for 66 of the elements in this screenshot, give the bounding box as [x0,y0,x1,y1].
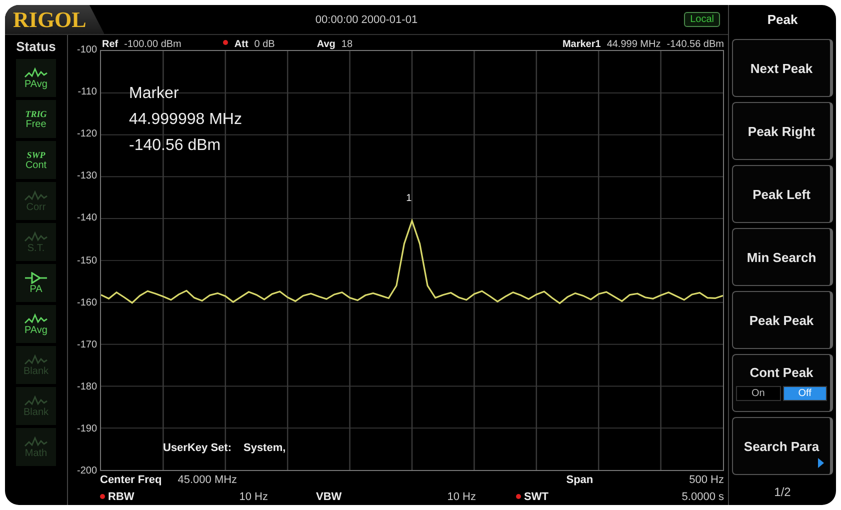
wave-icon [24,230,48,242]
marker-readout-line: -140.56 dBm [129,137,222,155]
rbw-label: RBW [108,490,134,502]
softkey-button[interactable]: Next Peak [732,39,833,97]
marker-readout-line: 44.999998 MHz [129,111,242,129]
marker-level: -140.56 dBm [666,39,724,50]
softkey-button[interactable]: Peak Left [732,165,833,223]
vbw-label: VBW [316,490,342,502]
status-title: Status [16,39,56,54]
userkey-value: System, [243,442,286,454]
peak-marker-label: 1 [406,192,412,204]
mode-badge: Local [684,12,720,27]
softkey-button[interactable]: Peak Peak [732,291,833,349]
marker-label: Marker1 [562,39,601,50]
y-tick-label: -180 [76,381,97,392]
logo: RIGOL [13,6,86,32]
avg-label: Avg [316,39,336,50]
amplifier-icon [24,272,48,284]
avg-value: 18 [341,39,353,50]
y-tick-label: -110 [78,86,97,98]
y-tick-label: -200 [76,466,97,476]
y-tick-label: -140 [76,212,97,224]
y-tick-label: -150 [76,255,97,266]
swt-label: SWT [524,490,548,502]
wave-icon [24,394,48,406]
softkey-button[interactable]: Min Search [732,228,833,286]
vbw-value: 10 Hz [447,490,476,502]
status-label: PAvg [24,78,48,90]
status-heading: TRIG [25,108,47,118]
swt-value: 5.0000 s [682,490,724,502]
softkey-button[interactable]: Search Para [732,417,833,475]
att-label: Att [234,39,248,50]
userkey-label: UserKey Set: [163,442,232,454]
status-label: Free [26,118,46,130]
status-label: PAvg [24,324,48,336]
status-label: PA [30,284,42,294]
toggle-option[interactable]: On [736,386,780,401]
marker-readout-line: Marker [129,85,180,103]
wave-icon [24,66,48,78]
menu-title: Peak [767,11,798,29]
span-value: 500 Hz [689,474,724,486]
wave-icon [24,354,48,366]
status-label: Cont [25,160,47,170]
submenu-arrow-icon [818,458,824,468]
wave-icon [24,436,48,448]
y-tick-label: -160 [76,297,97,308]
y-tick-label: -130 [76,170,97,182]
page-indicator: 1/2 [774,485,791,499]
y-tick-label: -190 [76,423,97,434]
y-tick-label: -170 [76,339,97,350]
date-time: 00:00:00 2000-01-01 [315,14,418,26]
wave-icon [24,190,48,202]
ref-value: -100.00 dBm [124,39,182,50]
ref-label: Ref [102,39,118,50]
center-freq-value: 45.000 MHz [178,474,238,486]
softkey-button[interactable]: Peak Right [732,102,833,160]
span-label: Span [566,474,594,486]
center-freq-label: Center Freq [100,474,162,486]
wave-icon [24,312,48,324]
att-value: 0 dB [254,39,275,50]
marker-frequency: 44.999 MHz [606,39,661,50]
y-tick-label: -120 [76,128,97,140]
y-tick-label: -100 [76,44,97,56]
status-heading: SWP [26,150,46,160]
rbw-value: 10 Hz [239,490,268,502]
softkey-label: Cont Peak [750,365,814,380]
